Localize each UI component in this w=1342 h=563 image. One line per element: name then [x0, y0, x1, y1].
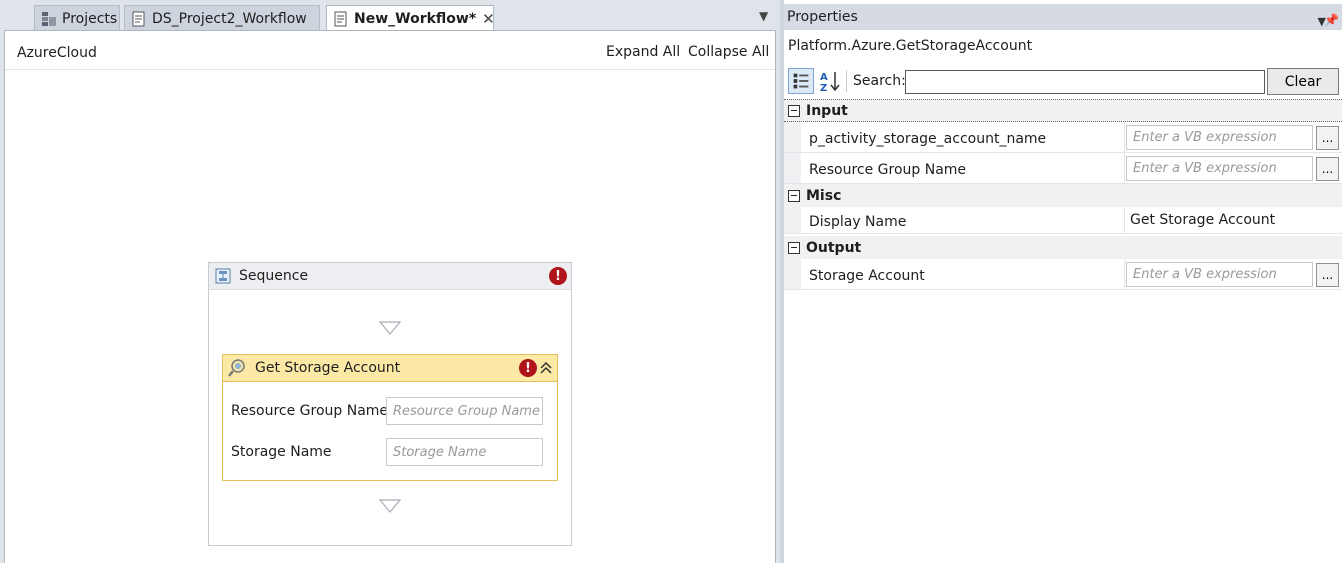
- search-label: Search:: [853, 73, 906, 89]
- property-row[interactable]: Storage Account ...: [784, 259, 1342, 290]
- get-storage-account-activity[interactable]: Get Storage Account ! Resource Group Nam…: [222, 354, 558, 481]
- category-output[interactable]: Output: [784, 236, 1342, 259]
- category-misc[interactable]: Misc: [784, 184, 1342, 207]
- expand-all-link[interactable]: Expand All: [606, 44, 680, 60]
- clear-button[interactable]: Clear: [1267, 68, 1339, 95]
- tab-projects[interactable]: Projects: [34, 5, 120, 31]
- close-tab-icon[interactable]: ✕: [482, 10, 493, 28]
- workflow-document-icon: [132, 11, 145, 26]
- expression-editor-button[interactable]: ...: [1316, 126, 1339, 150]
- column-divider: [1124, 153, 1125, 183]
- drop-target-arrow-icon[interactable]: [379, 499, 401, 513]
- properties-titlebar: Properties ▼ 📌: [784, 4, 1342, 30]
- tab-label: Projects: [62, 10, 118, 27]
- sequence-title: Sequence: [239, 268, 309, 284]
- expression-editor-button[interactable]: ...: [1316, 157, 1339, 181]
- properties-toolbar: A Z Search: Clear: [784, 64, 1342, 96]
- error-icon[interactable]: !: [519, 359, 537, 377]
- property-name: Resource Group Name: [809, 162, 967, 178]
- storage-name-input[interactable]: [386, 438, 543, 466]
- property-row[interactable]: Display Name Get Storage Account: [784, 207, 1342, 234]
- properties-title: Properties: [787, 9, 858, 25]
- drop-target-arrow-icon[interactable]: [379, 321, 401, 335]
- pin-icon[interactable]: 📌: [1324, 13, 1339, 27]
- projects-icon: [42, 11, 56, 26]
- vb-expression-input[interactable]: [1126, 262, 1313, 287]
- workflow-document-icon: [334, 11, 347, 27]
- tab-label: New_Workflow*: [354, 11, 477, 27]
- column-divider: [1124, 259, 1125, 289]
- error-icon[interactable]: !: [549, 267, 567, 285]
- column-divider: [1124, 122, 1125, 152]
- collapse-chevron-icon[interactable]: [539, 360, 553, 376]
- property-row[interactable]: Resource Group Name ...: [784, 153, 1342, 184]
- property-row[interactable]: p_activity_storage_account_name ...: [784, 122, 1342, 153]
- tab-new-workflow[interactable]: New_Workflow* ✕: [326, 5, 494, 32]
- display-name-value[interactable]: Get Storage Account: [1130, 212, 1275, 228]
- tab-overflow-menu-icon[interactable]: ▼: [759, 9, 768, 23]
- breadcrumb[interactable]: AzureCloud: [17, 45, 97, 61]
- sequence-icon: [215, 268, 231, 284]
- property-grid: Input p_activity_storage_account_name ..…: [784, 99, 1342, 290]
- svg-text:A: A: [820, 72, 828, 83]
- alphabetical-sort-icon[interactable]: A Z: [817, 68, 843, 94]
- property-name: Storage Account: [809, 268, 925, 284]
- expression-editor-button[interactable]: ...: [1316, 263, 1339, 287]
- vb-expression-input[interactable]: [1126, 156, 1313, 181]
- property-name: p_activity_storage_account_name: [809, 131, 1047, 147]
- storage-search-icon: [228, 359, 245, 377]
- collapse-toggle-icon[interactable]: [788, 104, 800, 117]
- collapse-toggle-icon[interactable]: [788, 241, 800, 254]
- column-divider: [1124, 207, 1125, 233]
- property-name: Display Name: [809, 214, 907, 230]
- properties-pane: Properties ▼ 📌 Platform.Azure.GetStorage…: [784, 0, 1342, 563]
- category-label: Misc: [806, 187, 842, 204]
- vb-expression-input[interactable]: [1126, 125, 1313, 150]
- resource-group-name-label: Resource Group Name: [231, 403, 389, 419]
- categorized-view-icon[interactable]: [788, 68, 814, 94]
- sequence-activity[interactable]: Sequence ! Get Storage Account ! Resourc…: [208, 262, 572, 546]
- resource-group-name-input[interactable]: [386, 397, 543, 425]
- activity-title: Get Storage Account: [255, 360, 401, 376]
- sequence-header[interactable]: Sequence !: [209, 263, 571, 290]
- designer-header: AzureCloud Expand All Collapse All: [5, 31, 775, 70]
- svg-text:Z: Z: [820, 83, 827, 94]
- activity-header[interactable]: Get Storage Account !: [223, 355, 557, 382]
- workflow-canvas[interactable]: AzureCloud Expand All Collapse All Seque…: [4, 30, 776, 563]
- storage-name-label: Storage Name: [231, 444, 332, 460]
- tab-label: DS_Project2_Workflow: [152, 10, 307, 27]
- selected-type-name: Platform.Azure.GetStorageAccount: [788, 38, 1033, 54]
- document-tab-strip: Projects DS_Project2_Workflow New_Workfl…: [0, 0, 780, 32]
- category-label: Input: [806, 102, 848, 119]
- collapse-all-link[interactable]: Collapse All: [688, 44, 769, 60]
- toolbar-separator: [846, 70, 847, 92]
- tab-grip-icon: [8, 10, 28, 26]
- designer-pane: Projects DS_Project2_Workflow New_Workfl…: [0, 0, 780, 563]
- category-input[interactable]: Input: [784, 99, 1342, 122]
- tab-ds-project2-workflow[interactable]: DS_Project2_Workflow: [124, 5, 320, 31]
- collapse-toggle-icon[interactable]: [788, 189, 800, 202]
- category-label: Output: [806, 239, 862, 256]
- search-input[interactable]: [905, 70, 1265, 94]
